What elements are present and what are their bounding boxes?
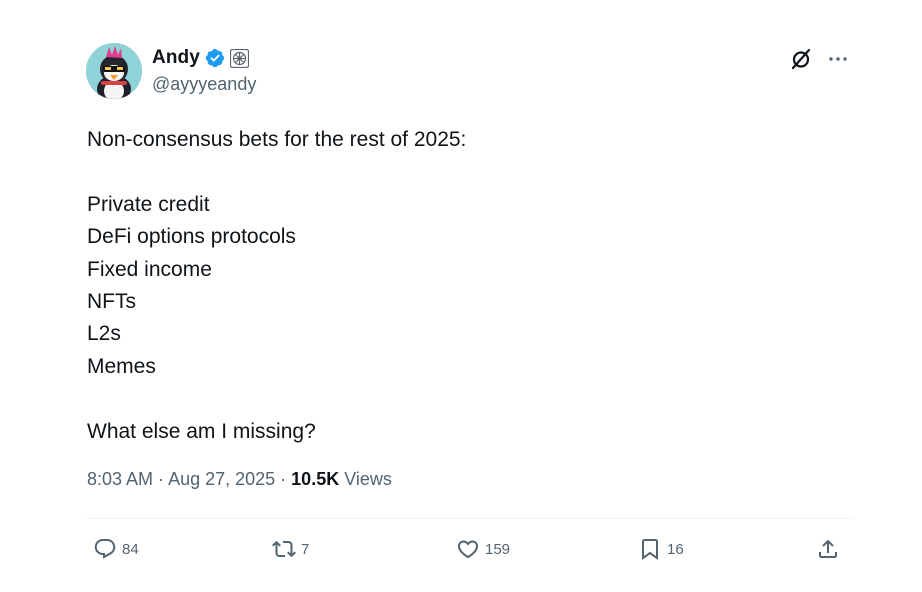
like-count: 159 <box>485 540 511 558</box>
tweet-text: Non-consensus bets for the rest of 2025:… <box>87 124 847 448</box>
views-label: Views <box>339 469 392 489</box>
repost-count: 7 <box>301 540 310 558</box>
share-button[interactable] <box>816 537 840 561</box>
reply-icon <box>94 539 116 559</box>
tweet-text-line <box>87 156 847 188</box>
bookmark-icon <box>642 539 658 560</box>
author-name-row: Andy <box>152 46 249 70</box>
bookmark-count: 16 <box>667 540 684 558</box>
like-button[interactable]: 159 <box>456 537 510 561</box>
avatar[interactable] <box>86 43 142 99</box>
tweet-date[interactable]: Aug 27, 2025 <box>168 469 275 489</box>
tweet-text-line: L2s <box>87 322 121 346</box>
author-handle[interactable]: @ayyyeandy <box>152 74 256 95</box>
tweet-text-line: What else am I missing? <box>87 419 316 443</box>
divider <box>87 518 852 519</box>
tweet-meta: 8:03 AM · Aug 27, 2025 · 10.5K Views <box>87 469 392 490</box>
tweet-text-line <box>87 383 847 415</box>
penguin-avatar-icon <box>86 43 142 99</box>
repost-button[interactable]: 7 <box>272 537 309 561</box>
meta-separator: · <box>153 469 169 489</box>
share-icon <box>819 539 837 558</box>
bookmark-button[interactable]: 16 <box>638 537 684 561</box>
more-icon[interactable] <box>826 47 850 71</box>
tweet-text-line: DeFi options protocols <box>87 225 296 249</box>
tweet-text-line: NFTs <box>87 289 136 313</box>
views-count[interactable]: 10.5K <box>291 469 339 489</box>
tweet-text-line: Memes <box>87 354 156 378</box>
repost-icon <box>272 540 296 558</box>
tweet-time[interactable]: 8:03 AM <box>87 469 153 489</box>
tweet-text-line: Non-consensus bets for the rest of 2025: <box>87 128 467 151</box>
tweet-card: Andy @ayyyeandy Non-consensus bets for t… <box>0 0 922 592</box>
meta-separator: · <box>275 469 292 489</box>
reply-button[interactable]: 84 <box>93 537 139 561</box>
reply-count: 84 <box>122 540 139 558</box>
heart-icon <box>457 540 479 559</box>
grok-icon[interactable] <box>789 47 813 71</box>
author-display-name[interactable]: Andy <box>152 47 200 69</box>
verified-badge-icon <box>205 48 225 68</box>
tweet-text-line: Fixed income <box>87 257 212 281</box>
tweet-text-line: Private credit <box>87 192 210 216</box>
affiliate-badge-icon[interactable] <box>229 48 249 68</box>
